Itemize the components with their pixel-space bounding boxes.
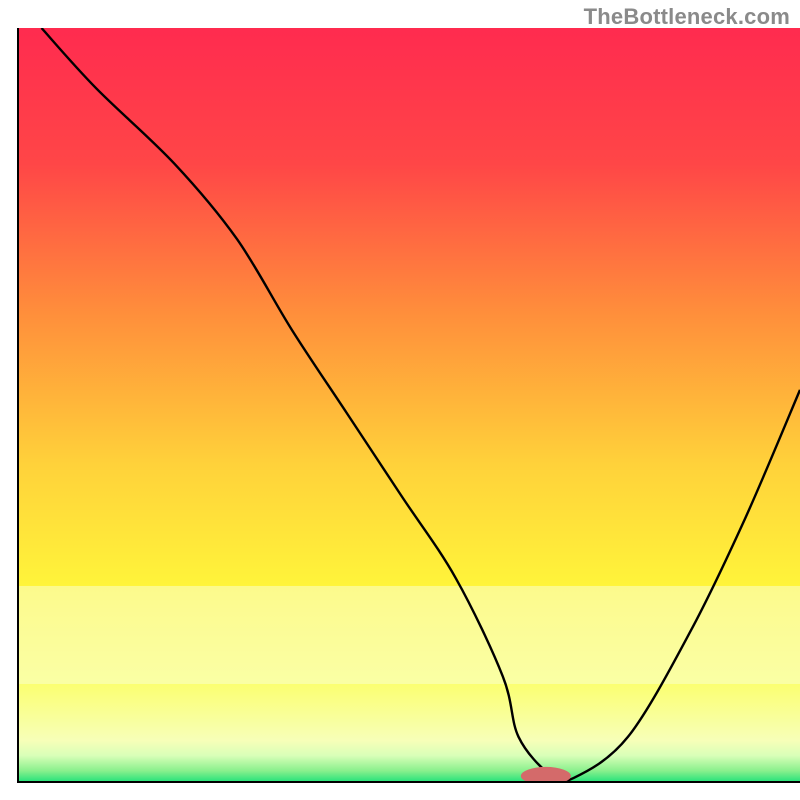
bottleneck-chart (0, 0, 800, 800)
watermark-text: TheBottleneck.com (584, 4, 790, 30)
chart-container: TheBottleneck.com (0, 0, 800, 800)
light-band (18, 586, 800, 684)
